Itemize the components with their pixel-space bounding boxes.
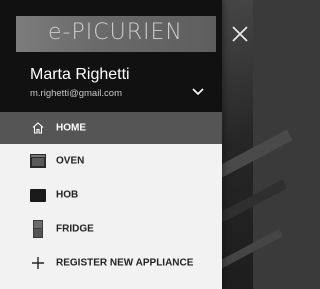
- menu-item-register-appliance[interactable]: REGISTER NEW APPLIANCE: [0, 246, 222, 280]
- menu-item-oven[interactable]: OVEN: [0, 144, 222, 178]
- plus-icon: [30, 255, 46, 271]
- user-email: m.righetti@gmail.com: [30, 88, 122, 99]
- menu-item-label: OVEN: [56, 155, 85, 167]
- hob-icon: [30, 187, 46, 203]
- home-icon: [30, 120, 46, 136]
- chevron-down-icon: [192, 88, 204, 96]
- menu-item-label: REGISTER NEW APPLIANCE: [56, 257, 194, 269]
- menu-item-label: HOB: [56, 189, 79, 201]
- drawer-menu: HOME OVEN HOB FRIDGE REGISTER NEW APPLIA…: [0, 112, 222, 280]
- user-name: Marta Righetti: [30, 66, 130, 83]
- oven-icon: [30, 153, 46, 169]
- menu-item-label: HOME: [56, 122, 86, 134]
- navigation-drawer: e-PICURIEN Marta Righetti m.righetti@gma…: [0, 0, 222, 289]
- account-dropdown-toggle[interactable]: [190, 86, 206, 98]
- background-shape: [217, 229, 283, 269]
- menu-item-home[interactable]: HOME: [0, 112, 222, 144]
- drawer-header: e-PICURIEN Marta Righetti m.righetti@gma…: [0, 0, 222, 112]
- menu-item-hob[interactable]: HOB: [0, 178, 222, 212]
- app-logo: e-PICURIEN: [48, 20, 183, 45]
- menu-item-fridge[interactable]: FRIDGE: [0, 212, 222, 246]
- fridge-icon: [30, 220, 46, 238]
- close-icon: [232, 26, 248, 42]
- menu-item-label: FRIDGE: [56, 223, 94, 235]
- close-drawer-button[interactable]: [228, 22, 252, 46]
